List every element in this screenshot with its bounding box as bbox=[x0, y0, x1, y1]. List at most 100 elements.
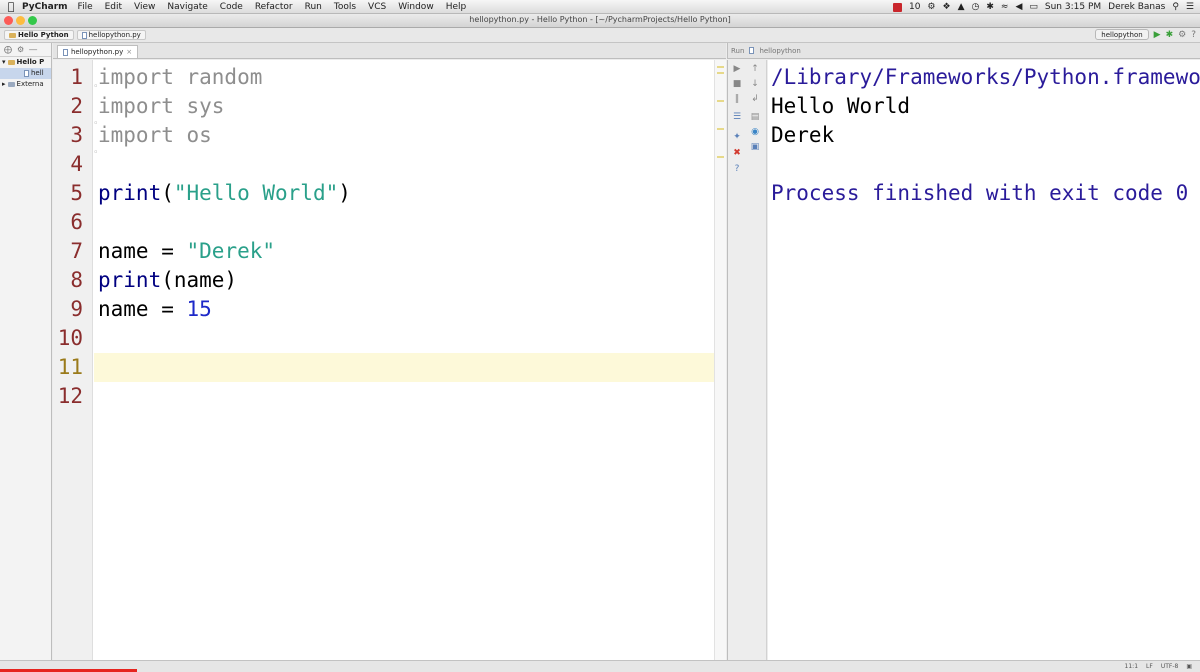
cursor-position[interactable]: 11:1 bbox=[1125, 663, 1138, 670]
menu-edit[interactable]: Edit bbox=[105, 2, 122, 12]
code-editor[interactable]: 1 2 3 4 5 6 7 8 9 10 11 12 import random ◦ import sys… bbox=[53, 60, 726, 660]
code-token: ( bbox=[161, 181, 174, 205]
line-number[interactable]: 3 bbox=[53, 121, 83, 150]
line-number[interactable]: 9 bbox=[53, 295, 83, 324]
code-line[interactable]: print("Hello World") bbox=[98, 179, 351, 208]
tree-item-external-libraries[interactable]: ▸ Externa bbox=[0, 79, 51, 90]
clock-icon[interactable]: ◷ bbox=[972, 2, 980, 12]
scroll-down-icon[interactable]: ↓ bbox=[749, 79, 761, 89]
menu-view[interactable]: View bbox=[134, 2, 155, 12]
tab-hellopython[interactable]: hellopython.py × bbox=[57, 45, 139, 58]
menu-navigate[interactable]: Navigate bbox=[167, 2, 207, 12]
line-number[interactable]: 12 bbox=[53, 382, 83, 411]
menu-window[interactable]: Window bbox=[398, 2, 434, 12]
run-console[interactable]: /Library/Frameworks/Python.framewo Hello … bbox=[768, 60, 1200, 660]
warning-marker[interactable] bbox=[717, 156, 724, 158]
line-number[interactable]: 7 bbox=[53, 237, 83, 266]
rerun-icon[interactable]: ▶ bbox=[731, 64, 743, 74]
line-number[interactable]: 1 bbox=[53, 63, 83, 92]
code-line[interactable]: name = 15 bbox=[98, 295, 212, 324]
pause-icon[interactable]: ‖ bbox=[731, 94, 743, 104]
dropbox-icon[interactable]: ❖ bbox=[943, 2, 951, 12]
code-line[interactable]: print(name) bbox=[98, 266, 237, 295]
status-area: 10 ⚙ ❖ ▲ ◷ ✱ ≈ ◀ ▭ Sun 3:15 PM Derek Ban… bbox=[892, 0, 1194, 14]
user-name[interactable]: Derek Banas bbox=[1108, 2, 1165, 12]
record-icon[interactable] bbox=[892, 2, 902, 12]
warning-marker[interactable] bbox=[717, 128, 724, 130]
debug-icon[interactable]: ✱ bbox=[1166, 30, 1174, 40]
app-menu[interactable]: PyCharm bbox=[22, 2, 68, 12]
fold-marker-icon[interactable]: ◦ bbox=[93, 139, 98, 168]
line-number[interactable]: 11 bbox=[53, 353, 83, 382]
menu-vcs[interactable]: VCS bbox=[368, 2, 386, 12]
menu-tools[interactable]: Tools bbox=[334, 2, 356, 12]
menu-file[interactable]: File bbox=[78, 2, 93, 12]
scroll-up-icon[interactable]: ↑ bbox=[749, 64, 761, 74]
code-line[interactable]: import os ◦ bbox=[93, 121, 212, 158]
lock-icon[interactable]: ▣ bbox=[1186, 663, 1192, 670]
breadcrumb-file[interactable]: hellopython.py bbox=[76, 30, 146, 40]
tree-item-file[interactable]: hell bbox=[0, 68, 51, 79]
tree-item-project[interactable]: ▾ Hello P bbox=[0, 57, 51, 68]
code-line[interactable]: import random ◦ bbox=[93, 63, 262, 92]
code-token: import os bbox=[98, 123, 212, 147]
console-line: Process finished with exit code 0 bbox=[771, 181, 1189, 205]
warning-marker[interactable] bbox=[717, 72, 724, 74]
code-token: "Hello World" bbox=[173, 181, 339, 205]
run-config-select[interactable]: hellopython bbox=[1095, 29, 1149, 40]
breadcrumb-file-label: hellopython.py bbox=[88, 30, 141, 39]
run-panel-header: Run hellopython bbox=[727, 43, 1200, 59]
triangle-icon[interactable]: ▲ bbox=[958, 2, 965, 12]
status-bar: 11:1 LF UTF-8 ▣ bbox=[0, 660, 1200, 672]
menu-refactor[interactable]: Refactor bbox=[255, 2, 293, 12]
clear-all-icon[interactable]: ▣ bbox=[749, 142, 761, 152]
run-icon[interactable]: ▶ bbox=[1154, 30, 1161, 40]
apple-menu-icon[interactable]:  bbox=[0, 0, 22, 13]
collapsed-arrow-icon: ▸ bbox=[2, 80, 6, 88]
gear-icon[interactable]: ⚙ bbox=[17, 45, 24, 54]
line-number[interactable]: 6 bbox=[53, 208, 83, 237]
code-token: print bbox=[98, 268, 162, 292]
close-tab-icon[interactable]: × bbox=[126, 48, 132, 56]
menu-code[interactable]: Code bbox=[220, 2, 243, 12]
menu-run[interactable]: Run bbox=[305, 2, 322, 12]
clock-text[interactable]: Sun 3:15 PM bbox=[1045, 2, 1101, 12]
sync-icon[interactable]: ⨁ bbox=[4, 45, 12, 54]
help-icon[interactable]: ? bbox=[1191, 30, 1196, 40]
code-area[interactable]: import random ◦ import sys ◦ import os ◦ print… bbox=[93, 60, 714, 660]
bluetooth-icon[interactable]: ✱ bbox=[986, 2, 994, 12]
code-line[interactable]: import sys ◦ bbox=[93, 92, 224, 129]
soft-wrap-icon[interactable]: ↲ bbox=[749, 94, 761, 104]
warning-marker[interactable] bbox=[717, 100, 724, 102]
warning-marker[interactable] bbox=[717, 66, 724, 68]
menu-help[interactable]: Help bbox=[446, 2, 467, 12]
line-separator[interactable]: LF bbox=[1146, 663, 1153, 670]
volume-icon[interactable]: ◀ bbox=[1015, 2, 1022, 12]
breadcrumb-project[interactable]: Hello Python bbox=[4, 30, 74, 40]
settings-icon[interactable]: ⚙ bbox=[1178, 30, 1186, 40]
close-icon[interactable]: ✖ bbox=[731, 148, 743, 158]
notification-center-icon[interactable]: ☰ bbox=[1186, 2, 1194, 12]
battery-icon[interactable]: ▭ bbox=[1029, 2, 1038, 12]
layout-icon[interactable]: ☰ bbox=[731, 112, 743, 122]
pin-icon[interactable]: ✦ bbox=[731, 132, 743, 142]
project-toolbar: ⨁ ⚙ ― bbox=[0, 43, 51, 57]
line-number[interactable]: 10 bbox=[53, 324, 83, 353]
file-encoding[interactable]: UTF-8 bbox=[1161, 663, 1179, 670]
bell-icon[interactable]: ⚙ bbox=[927, 2, 935, 12]
wifi-icon[interactable]: ≈ bbox=[1001, 2, 1009, 12]
python-console-icon[interactable]: ◉ bbox=[749, 127, 761, 137]
line-number[interactable]: 2 bbox=[53, 92, 83, 121]
collapse-icon[interactable]: ― bbox=[29, 45, 37, 54]
run-config-label[interactable]: hellopython bbox=[759, 47, 800, 55]
line-number[interactable]: 4 bbox=[53, 150, 83, 179]
spotlight-search-icon[interactable]: ⚲ bbox=[1172, 2, 1179, 12]
print-icon[interactable]: ▤ bbox=[749, 112, 761, 122]
help-icon[interactable]: ? bbox=[731, 164, 743, 174]
stop-icon[interactable]: ■ bbox=[731, 79, 743, 89]
line-number[interactable]: 5 bbox=[53, 179, 83, 208]
code-line[interactable]: name = "Derek" bbox=[98, 237, 275, 266]
error-stripe[interactable] bbox=[714, 60, 726, 660]
status-count[interactable]: 10 bbox=[909, 2, 920, 12]
line-number[interactable]: 8 bbox=[53, 266, 83, 295]
